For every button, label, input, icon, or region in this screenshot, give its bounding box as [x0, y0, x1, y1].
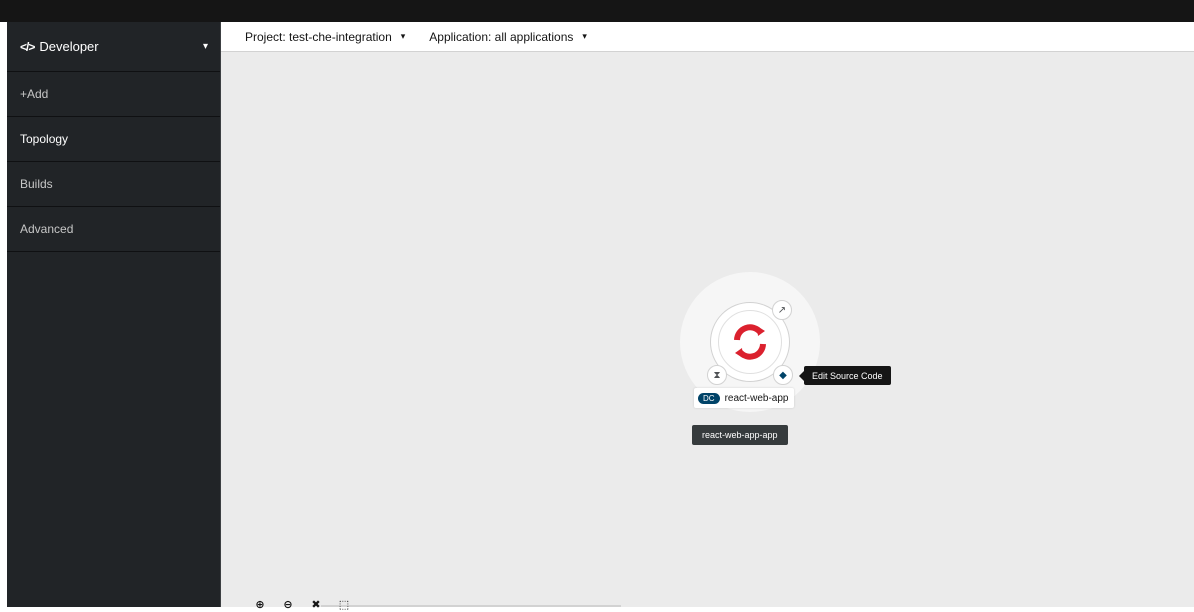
sidebar-item-label: Builds [20, 177, 53, 191]
zoom-in-icon[interactable]: ⊕ [248, 598, 272, 612]
application-group-label[interactable]: react-web-app-app [692, 425, 788, 445]
context-bar: Project: test-che-integration ▾ Applicat… [221, 22, 1194, 52]
sidebar-item-label: Advanced [20, 222, 74, 236]
node-name: react-web-app [724, 392, 789, 404]
masthead [0, 0, 1194, 22]
node-label[interactable]: DC react-web-app [694, 388, 795, 408]
topology-canvas[interactable]: ↗ ⧗ ◆ Edit Source Code DC react-web-app … [221, 52, 1194, 611]
project-label: Project: test-che-integration [245, 29, 392, 44]
window-edge [0, 22, 7, 607]
application-group-name: react-web-app-app [702, 430, 778, 440]
sidebar-item-label: +Add [20, 87, 49, 101]
application-label: Application: all applications [429, 29, 574, 44]
zoom-out-icon[interactable]: ⊖ [276, 598, 300, 612]
external-link-icon[interactable]: ↗ [772, 300, 792, 320]
caret-down-icon: ▾ [400, 31, 406, 41]
sidebar-item-builds[interactable]: Builds [7, 162, 221, 207]
openshift-logo-icon [734, 324, 766, 360]
perspective-label: Developer [39, 39, 99, 54]
sidebar-item-label: Topology [20, 132, 69, 146]
code-icon: </> [20, 39, 35, 54]
dc-badge: DC [698, 392, 720, 404]
project-dropdown[interactable]: Project: test-che-integration ▾ [245, 30, 405, 44]
caret-down-icon: ▾ [202, 41, 208, 52]
edit-source-code-tooltip: Edit Source Code [799, 366, 891, 385]
expand-icon[interactable]: ⬚ [332, 598, 356, 612]
fit-to-screen-icon[interactable]: ✖ [304, 598, 328, 612]
sidebar: </> Developer ▾ +Add Topology Builds Adv… [7, 22, 221, 607]
application-dropdown[interactable]: Application: all applications ▾ [429, 30, 587, 44]
source-code-icon[interactable]: ◆ [773, 365, 793, 385]
hourglass-icon: ⧗ [707, 365, 727, 385]
sidebar-item-topology[interactable]: Topology [7, 117, 221, 162]
sidebar-item-add[interactable]: +Add [7, 72, 221, 117]
perspective-switcher[interactable]: </> Developer ▾ [7, 22, 221, 72]
sidebar-item-advanced[interactable]: Advanced [7, 207, 221, 252]
tooltip-text: Edit Source Code [812, 370, 883, 381]
zoom-controls: ⊕ ⊖ ✖ ⬚ [248, 598, 356, 612]
caret-down-icon: ▾ [582, 31, 587, 41]
